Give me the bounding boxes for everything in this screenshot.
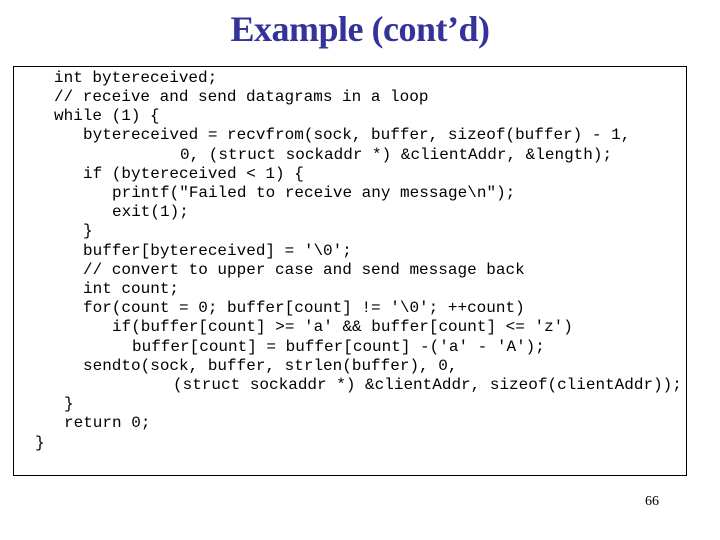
code-line: 0, (struct sockaddr *) &clientAddr, &len… (180, 146, 613, 164)
code-line: if (bytereceived < 1) { (83, 165, 304, 183)
code-line: } (83, 222, 93, 240)
code-line: printf("Failed to receive any message\n"… (112, 184, 516, 202)
code-line: // receive and send datagrams in a loop (54, 88, 429, 106)
code-line: sendto(sock, buffer, strlen(buffer), 0, (83, 357, 458, 375)
code-line: } (64, 395, 74, 413)
code-line: return 0; (64, 414, 151, 432)
code-line: } (35, 434, 45, 452)
code-line: buffer[count] = buffer[count] -('a' - 'A… (132, 338, 545, 356)
code-line: int count; (83, 280, 180, 298)
code-line: if(buffer[count] >= 'a' && buffer[count]… (112, 318, 573, 336)
code-line: bytereceived = recvfrom(sock, buffer, si… (83, 126, 631, 144)
code-line: // convert to upper case and send messag… (83, 261, 525, 279)
code-line: (struct sockaddr *) &clientAddr, sizeof(… (173, 376, 682, 394)
code-line: exit(1); (112, 203, 189, 221)
page-number: 66 (645, 494, 659, 509)
code-line: for(count = 0; buffer[count] != '\0'; ++… (83, 299, 525, 317)
code-line: int bytereceived; (54, 69, 218, 87)
code-line: while (1) { (54, 107, 160, 125)
slide-title: Example (cont’d) (230, 9, 490, 49)
code-line: buffer[bytereceived] = '\0'; (83, 242, 352, 260)
